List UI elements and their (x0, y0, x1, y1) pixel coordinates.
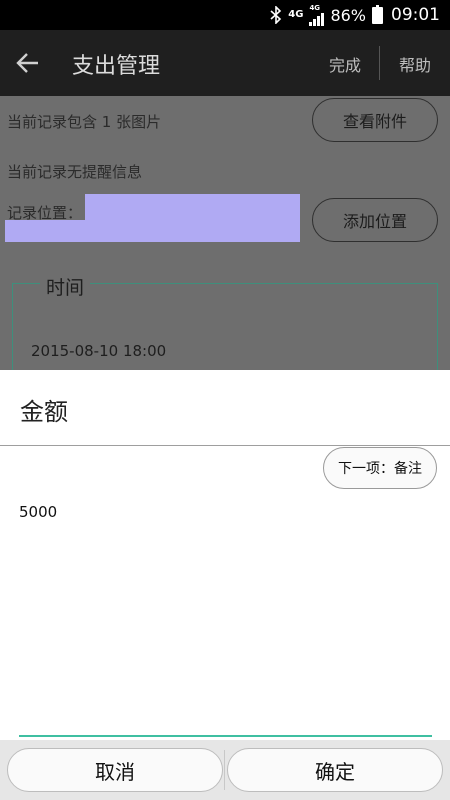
amount-dialog: 金额 下一项：备注 5000 (0, 370, 450, 800)
cancel-button[interactable]: 取消 (7, 748, 223, 792)
reminder-info: 当前记录无提醒信息 (7, 163, 143, 181)
confirm-button[interactable]: 确定 (227, 748, 443, 792)
app-bar: 支出管理 完成 帮助 (0, 30, 450, 96)
help-button[interactable]: 帮助 (399, 52, 431, 76)
bluetooth-icon (270, 6, 282, 24)
input-underline (19, 735, 432, 737)
attachment-info: 当前记录包含 1 张图片 (7, 113, 162, 131)
network-type-1: 4G (288, 9, 304, 20)
battery-icon (372, 4, 383, 24)
battery-percent: 86% (330, 5, 366, 25)
time-legend: 时间 (40, 273, 91, 300)
next-field-button[interactable]: 下一项：备注 (323, 447, 437, 489)
clock: 09:01 (391, 5, 440, 25)
signal-icon: 4G (309, 3, 325, 26)
network-type-2: 4G (309, 3, 321, 12)
location-redacted-2 (5, 220, 300, 242)
status-bar: 4G 4G 86% 09:01 (0, 0, 450, 30)
amount-input[interactable]: 5000 (19, 503, 57, 521)
dialog-button-bar: 取消 确定 (0, 740, 450, 800)
done-button[interactable]: 完成 (329, 52, 361, 76)
page-title: 支出管理 (72, 54, 161, 79)
button-divider (224, 750, 225, 790)
view-attachment-button[interactable]: 查看附件 (312, 98, 438, 142)
dialog-title: 金额 (20, 398, 68, 426)
record-details: 当前记录包含 1 张图片 查看附件 当前记录无提醒信息 记录位置： 添加位置 时… (0, 96, 450, 383)
add-location-button[interactable]: 添加位置 (312, 198, 438, 242)
header-divider (379, 46, 380, 80)
arrow-left-icon[interactable] (16, 48, 42, 78)
dialog-divider (0, 445, 450, 446)
time-value[interactable]: 2015-08-10 18:00 (31, 342, 166, 360)
location-redacted-1 (85, 194, 300, 220)
